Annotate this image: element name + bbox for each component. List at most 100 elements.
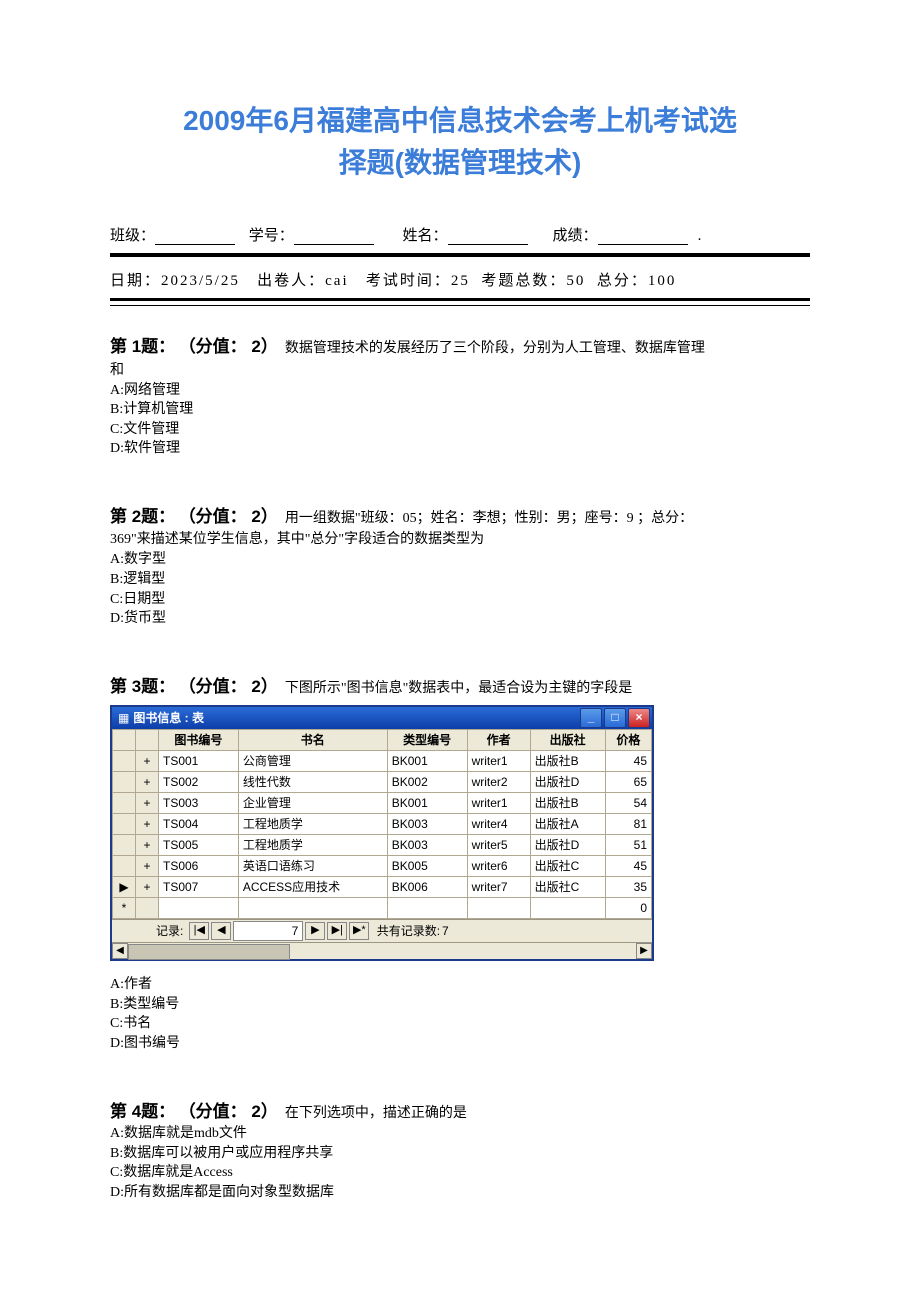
q1-option-c[interactable]: C:文件管理 — [110, 420, 810, 440]
cell-price[interactable]: 65 — [605, 772, 651, 793]
col-price[interactable]: 价格 — [605, 730, 651, 751]
cell-author[interactable]: writer4 — [467, 814, 530, 835]
scroll-right-icon[interactable]: ▶ — [636, 943, 652, 959]
cell-publisher[interactable]: 出版社B — [530, 751, 605, 772]
nav-first-button[interactable]: |◀ — [189, 922, 209, 940]
table-row[interactable]: +TS002线性代数BK002writer2出版社D65 — [113, 772, 652, 793]
cell-bookname[interactable]: 线性代数 — [238, 772, 387, 793]
expand-icon[interactable]: + — [136, 856, 159, 877]
q1-option-a[interactable]: A:网络管理 — [110, 381, 810, 401]
row-selector-header[interactable] — [113, 730, 136, 751]
nav-next-button[interactable]: ▶ — [305, 922, 325, 940]
cell-price[interactable]: 54 — [605, 793, 651, 814]
db-new-row[interactable]: * 0 — [113, 898, 652, 919]
q1-option-b[interactable]: B:计算机管理 — [110, 400, 810, 420]
q4-option-b[interactable]: B:数据库可以被用户或应用程序共享 — [110, 1144, 810, 1164]
db-hscrollbar[interactable]: ◀ ▶ — [112, 942, 652, 959]
scroll-left-icon[interactable]: ◀ — [112, 943, 128, 959]
nav-new-button[interactable]: ▶* — [349, 922, 369, 940]
cell-publisher[interactable]: 出版社D — [530, 772, 605, 793]
q3-option-c[interactable]: C:书名 — [110, 1014, 810, 1034]
expand-icon[interactable]: + — [136, 835, 159, 856]
table-row[interactable]: ▶+TS007ACCESS应用技术BK006writer7出版社C35 — [113, 877, 652, 898]
nav-prev-button[interactable]: ◀ — [211, 922, 231, 940]
q4-option-d[interactable]: D:所有数据库都是面向对象型数据库 — [110, 1183, 810, 1203]
cell-author[interactable]: writer1 — [467, 751, 530, 772]
cell-typeid[interactable]: BK005 — [387, 856, 467, 877]
cell-bookid[interactable]: TS006 — [159, 856, 239, 877]
name-blank[interactable] — [448, 229, 528, 245]
col-author[interactable]: 作者 — [467, 730, 530, 751]
cell-bookname[interactable]: 工程地质学 — [238, 814, 387, 835]
cell-bookid[interactable]: TS007 — [159, 877, 239, 898]
q2-option-d[interactable]: D:货币型 — [110, 609, 810, 629]
expand-icon[interactable]: + — [136, 793, 159, 814]
cell-price[interactable]: 51 — [605, 835, 651, 856]
cell-typeid[interactable]: BK001 — [387, 751, 467, 772]
cell-publisher[interactable]: 出版社A — [530, 814, 605, 835]
expand-icon[interactable]: + — [136, 772, 159, 793]
q3-option-d[interactable]: D:图书编号 — [110, 1034, 810, 1054]
cell-price[interactable]: 35 — [605, 877, 651, 898]
cell-typeid[interactable]: BK003 — [387, 835, 467, 856]
scroll-thumb[interactable] — [128, 944, 290, 960]
q2-option-c[interactable]: C:日期型 — [110, 590, 810, 610]
maximize-button[interactable]: □ — [604, 708, 626, 728]
cell-publisher[interactable]: 出版社C — [530, 856, 605, 877]
q3-option-b[interactable]: B:类型编号 — [110, 995, 810, 1015]
cell-publisher[interactable]: 出版社B — [530, 793, 605, 814]
col-typeid[interactable]: 类型编号 — [387, 730, 467, 751]
expand-icon[interactable]: + — [136, 751, 159, 772]
cell-price[interactable]: 45 — [605, 856, 651, 877]
cell-bookid[interactable]: TS001 — [159, 751, 239, 772]
db-titlebar[interactable]: ▦ 图书信息 : 表 _ □ × — [112, 707, 652, 729]
cell-bookname[interactable]: 企业管理 — [238, 793, 387, 814]
cell-author[interactable]: writer1 — [467, 793, 530, 814]
cell-publisher[interactable]: 出版社D — [530, 835, 605, 856]
score-blank[interactable] — [598, 229, 688, 245]
minimize-button[interactable]: _ — [580, 708, 602, 728]
cell-bookid[interactable]: TS004 — [159, 814, 239, 835]
q4-option-c[interactable]: C:数据库就是Access — [110, 1163, 810, 1183]
nav-position-input[interactable]: 7 — [233, 921, 303, 941]
cell-price[interactable]: 81 — [605, 814, 651, 835]
cell-author[interactable]: writer6 — [467, 856, 530, 877]
table-row[interactable]: +TS006英语口语练习BK005writer6出版社C45 — [113, 856, 652, 877]
expand-header[interactable] — [136, 730, 159, 751]
cell-bookid[interactable]: TS005 — [159, 835, 239, 856]
nav-last-button[interactable]: ▶| — [327, 922, 347, 940]
col-publisher[interactable]: 出版社 — [530, 730, 605, 751]
q3-option-a[interactable]: A:作者 — [110, 975, 810, 995]
cell-author[interactable]: writer5 — [467, 835, 530, 856]
table-row[interactable]: +TS003企业管理BK001writer1出版社B54 — [113, 793, 652, 814]
cell-bookname[interactable]: 英语口语练习 — [238, 856, 387, 877]
cell-typeid[interactable]: BK001 — [387, 793, 467, 814]
expand-icon[interactable]: + — [136, 877, 159, 898]
table-row[interactable]: +TS004工程地质学BK003writer4出版社A81 — [113, 814, 652, 835]
cell-author[interactable]: writer7 — [467, 877, 530, 898]
table-row[interactable]: +TS005工程地质学BK003writer5出版社D51 — [113, 835, 652, 856]
nav-count-label: 共有记录数: — [377, 922, 440, 940]
close-button[interactable]: × — [628, 708, 650, 728]
cell-bookname[interactable]: ACCESS应用技术 — [238, 877, 387, 898]
cell-typeid[interactable]: BK003 — [387, 814, 467, 835]
id-blank[interactable] — [294, 229, 374, 245]
cell-bookid[interactable]: TS003 — [159, 793, 239, 814]
col-bookname[interactable]: 书名 — [238, 730, 387, 751]
cell-author[interactable]: writer2 — [467, 772, 530, 793]
q4-option-a[interactable]: A:数据库就是mdb文件 — [110, 1124, 810, 1144]
table-row[interactable]: +TS001公商管理BK001writer1出版社B45 — [113, 751, 652, 772]
cell-typeid[interactable]: BK002 — [387, 772, 467, 793]
cell-publisher[interactable]: 出版社C — [530, 877, 605, 898]
class-blank[interactable] — [155, 229, 235, 245]
cell-price[interactable]: 45 — [605, 751, 651, 772]
q1-option-d[interactable]: D:软件管理 — [110, 439, 810, 459]
col-bookid[interactable]: 图书编号 — [159, 730, 239, 751]
expand-icon[interactable]: + — [136, 814, 159, 835]
cell-bookid[interactable]: TS002 — [159, 772, 239, 793]
cell-bookname[interactable]: 工程地质学 — [238, 835, 387, 856]
cell-typeid[interactable]: BK006 — [387, 877, 467, 898]
q2-option-b[interactable]: B:逻辑型 — [110, 570, 810, 590]
cell-bookname[interactable]: 公商管理 — [238, 751, 387, 772]
q2-option-a[interactable]: A:数字型 — [110, 550, 810, 570]
